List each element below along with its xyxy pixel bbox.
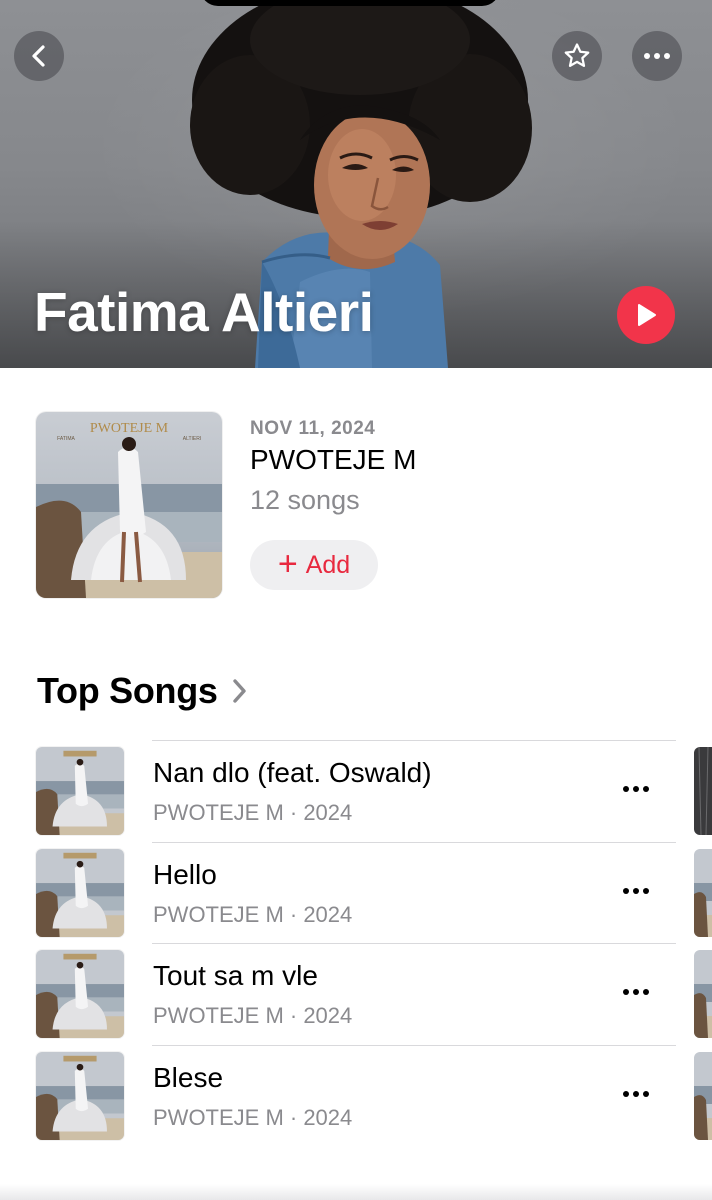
song-row[interactable]: Blese PWOTEJE M · 2024 — [0, 1044, 712, 1147]
plus-icon: + — [277, 544, 298, 583]
ellipsis-icon — [623, 887, 649, 894]
svg-text:ALTIERI: ALTIERI — [183, 436, 202, 442]
play-button[interactable] — [617, 286, 675, 344]
song-cover-art — [36, 1051, 124, 1140]
song-artwork[interactable] — [36, 747, 124, 835]
song-row[interactable]: Hello PWOTEJE M · 2024 — [0, 841, 712, 944]
album-cover-art: PWOTEJE M FATIMA ALTIERI — [36, 412, 222, 598]
song-more-button[interactable] — [612, 977, 660, 1007]
song-row[interactable]: Tout sa m vle PWOTEJE M · 2024 — [0, 943, 712, 1045]
ellipsis-icon — [623, 1090, 649, 1097]
top-songs-header[interactable]: Top Songs — [37, 670, 248, 712]
row-divider — [152, 943, 676, 944]
artist-page: Fatima Altieri PWOTEJE M FATIMA ALTIERI … — [0, 0, 712, 1200]
top-songs-title: Top Songs — [37, 670, 218, 711]
play-icon — [638, 304, 656, 326]
song-title: Blese — [153, 1061, 224, 1093]
song-more-button[interactable] — [612, 1079, 660, 1109]
song-more-button[interactable] — [612, 774, 660, 804]
song-subtitle: PWOTEJE M · 2024 — [153, 800, 353, 825]
song-more-button[interactable] — [612, 876, 660, 906]
favorite-button[interactable] — [552, 31, 602, 81]
song-artwork[interactable] — [36, 1051, 124, 1140]
star-outline-icon — [564, 43, 590, 67]
song-subtitle: PWOTEJE M · 2024 — [153, 901, 353, 927]
song-cover-art — [36, 848, 124, 937]
ellipsis-icon — [623, 989, 649, 995]
row-divider — [152, 1044, 676, 1046]
song-cover-art — [36, 950, 124, 1038]
release-title[interactable]: PWOTEJE M — [250, 444, 416, 476]
song-artwork[interactable] — [36, 848, 124, 937]
song-subtitle: PWOTEJE M · 2024 — [153, 1104, 353, 1130]
ellipsis-icon — [623, 786, 649, 792]
release-song-count: 12 songs — [250, 485, 360, 515]
song-title: Nan dlo (feat. Oswald) — [153, 757, 432, 788]
back-button[interactable] — [14, 31, 64, 81]
artist-name: Fatima Altieri — [34, 281, 374, 343]
next-column-artwork[interactable] — [694, 848, 712, 937]
more-options-button[interactable] — [632, 31, 682, 81]
song-row[interactable]: Nan dlo (feat. Oswald) PWOTEJE M · 2024 — [0, 740, 712, 842]
ellipsis-icon — [644, 53, 670, 59]
release-date: NOV 11, 2024 — [250, 418, 376, 439]
row-divider — [152, 740, 676, 741]
song-cover-art — [36, 747, 124, 835]
add-label: Add — [305, 550, 351, 579]
latest-release-cover[interactable]: PWOTEJE M FATIMA ALTIERI — [36, 412, 222, 598]
next-column-artwork[interactable] — [694, 747, 712, 835]
song-title: Hello — [153, 858, 217, 890]
add-album-button[interactable]: + Add — [250, 540, 378, 590]
chevron-right-icon — [232, 679, 246, 703]
next-column-artwork[interactable] — [694, 1051, 712, 1140]
row-divider — [152, 841, 676, 843]
chevron-left-icon — [32, 45, 45, 67]
artist-hero: Fatima Altieri — [0, 0, 712, 368]
song-subtitle: PWOTEJE M · 2024 — [153, 1003, 353, 1028]
song-artwork[interactable] — [36, 950, 124, 1038]
song-title: Tout sa m vle — [153, 960, 318, 991]
svg-text:PWOTEJE M: PWOTEJE M — [90, 421, 169, 436]
svg-text:FATIMA: FATIMA — [57, 436, 75, 442]
next-column-artwork[interactable] — [694, 950, 712, 1038]
